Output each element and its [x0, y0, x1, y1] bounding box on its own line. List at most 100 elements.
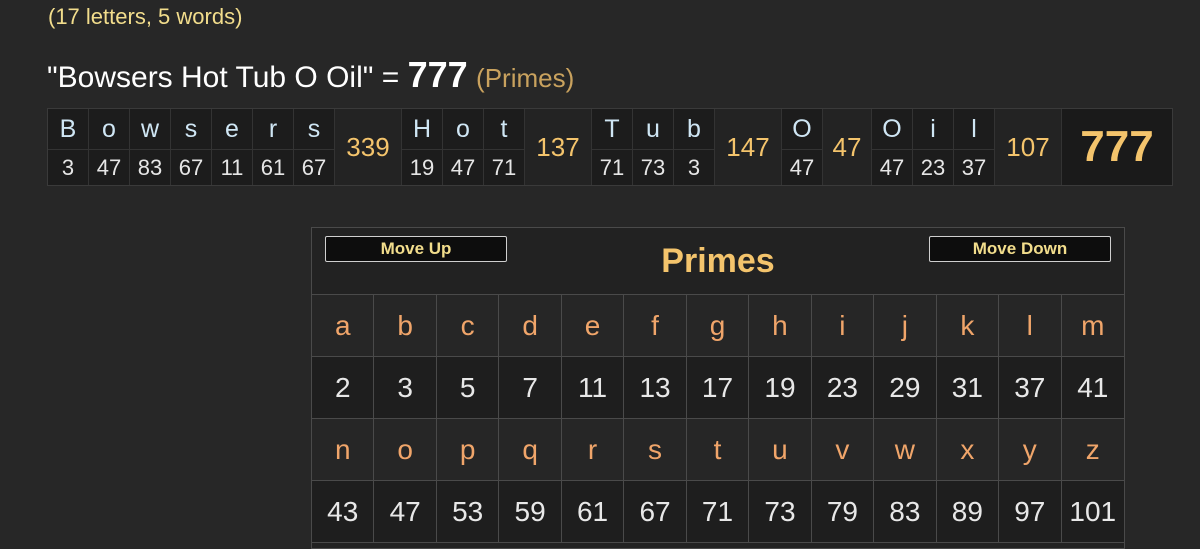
cipher-letter-cell: j — [874, 295, 937, 357]
breakdown-letter-column: B3 — [48, 109, 89, 185]
breakdown-letter-value: 47 — [96, 154, 122, 180]
breakdown-letter-column: o 47 — [89, 109, 130, 185]
breakdown-letter-column: l 37 — [954, 109, 995, 185]
cipher-letter-cell: u — [749, 419, 812, 481]
cipher-letter-cell: z — [1061, 419, 1124, 481]
breakdown-letter-value: 71 — [599, 154, 625, 180]
word-sum: 107 — [995, 109, 1062, 185]
cipher-value-cell: 31 — [936, 357, 1000, 419]
cipher-value-cell: 101 — [1061, 481, 1124, 543]
cipher-value-cell: 5 — [436, 357, 500, 419]
phrase-text: "Bowsers Hot Tub O Oil" — [47, 61, 374, 94]
breakdown-letter: r — [253, 109, 293, 150]
cipher-value-cell: 47 — [374, 481, 437, 543]
breakdown-letter-value: 3 — [687, 154, 701, 180]
breakdown-letter-column: b3 — [674, 109, 715, 185]
breakdown-letter-column: u 73 — [633, 109, 674, 185]
cipher-panel-header: Move Up Primes Move Down — [312, 228, 1124, 295]
phrase-total: 777 — [407, 54, 468, 95]
cipher-letter-cell: s — [624, 419, 687, 481]
breakdown-letter: B — [48, 109, 88, 150]
breakdown-letter-column: H 19 — [402, 109, 443, 185]
breakdown-letter: o — [443, 109, 483, 150]
breakdown-letter-value: 73 — [640, 154, 666, 180]
breakdown-letter-column: s 67 — [171, 109, 212, 185]
phrase-result: "Bowsers Hot Tub O Oil" = 777 (Primes) — [47, 54, 574, 96]
cipher-letter-cell: r — [561, 419, 625, 481]
breakdown-letter-column: o 47 — [443, 109, 484, 185]
cipher-value-cell: 23 — [811, 357, 875, 419]
cipher-value-cell: 13 — [624, 357, 687, 419]
breakdown-letter-value: 71 — [491, 154, 517, 180]
breakdown-letter-value: 37 — [961, 154, 987, 180]
cipher-panel: Move Up Primes Move Down abcdefghijklm23… — [311, 227, 1125, 549]
breakdown-letter-value: 67 — [301, 154, 327, 180]
breakdown-letter-column: i 23 — [913, 109, 954, 185]
cipher-value-cell: 43 — [312, 481, 375, 543]
cipher-value-cell: 41 — [1061, 357, 1124, 419]
cipher-letter-cell: o — [374, 419, 437, 481]
breakdown-letter: t — [484, 109, 524, 150]
cipher-letter-cell: q — [499, 419, 562, 481]
breakdown-letter-value: 11 — [220, 154, 244, 180]
cipher-letter-cell: m — [1061, 295, 1124, 357]
breakdown-letter-value: 47 — [789, 154, 815, 180]
cipher-value-cell: 11 — [561, 357, 625, 419]
cipher-value-cell: 3 — [374, 357, 437, 419]
breakdown-letter-column: s 67 — [294, 109, 335, 185]
breakdown-letter: O — [872, 109, 912, 150]
cipher-value-cell: 37 — [999, 357, 1062, 419]
word-sum: 147 — [715, 109, 782, 185]
cipher-letter-cell: d — [499, 295, 562, 357]
letter-word-count: (17 letters, 5 words) — [48, 4, 243, 29]
breakdown-letter: T — [592, 109, 632, 150]
cipher-letter-cell: w — [874, 419, 937, 481]
breakdown-letter: e — [212, 109, 252, 150]
equals-sign: = — [381, 61, 400, 94]
cipher-value-cell: 97 — [999, 481, 1062, 543]
cipher-value-cell: 7 — [499, 357, 562, 419]
breakdown-letter-column: t 71 — [484, 109, 525, 185]
cipher-value-cell: 29 — [874, 357, 937, 419]
cipher-letter-cell: t — [686, 419, 750, 481]
grand-total: 777 — [1062, 109, 1172, 185]
breakdown-letter: b — [674, 109, 714, 150]
word-sum: 339 — [335, 109, 402, 185]
breakdown-letter-column: O 47 — [872, 109, 913, 185]
cipher-value-cell: 17 — [686, 357, 750, 419]
breakdown-letter-column: e 11 — [212, 109, 253, 185]
cipher-letter-cell: n — [312, 419, 375, 481]
cipher-value-cell: 2 — [312, 357, 375, 419]
breakdown-letter-value: 67 — [178, 154, 204, 180]
breakdown-letter-value: 19 — [409, 154, 435, 180]
cipher-value-cell: 53 — [436, 481, 500, 543]
cipher-value-cell: 73 — [749, 481, 812, 543]
breakdown-letter-value: 23 — [920, 154, 946, 180]
letter-breakdown-table: B 3 o 47 w 83 s 67 e 11 r 61 s 67 339 H 19 o 47 t 71 137 T 71 u 7… — [47, 108, 1173, 186]
cipher-value-cell: 59 — [499, 481, 562, 543]
word-sum: 47 — [823, 109, 872, 185]
cipher-value-cell: 19 — [749, 357, 812, 419]
cipher-label: (Primes) — [476, 63, 575, 93]
cipher-letter-cell: i — [811, 295, 875, 357]
breakdown-letter: u — [633, 109, 673, 150]
breakdown-letter: l — [954, 109, 994, 150]
cipher-letter-cell: f — [624, 295, 687, 357]
cipher-value-cell: 89 — [936, 481, 1000, 543]
word-sum: 137 — [525, 109, 592, 185]
breakdown-letter: w — [130, 109, 170, 150]
cipher-letter-cell: k — [936, 295, 1000, 357]
breakdown-letter: s — [171, 109, 211, 150]
move-down-button[interactable]: Move Down — [929, 236, 1111, 262]
cipher-letter-cell: v — [811, 419, 875, 481]
breakdown-letter: O — [782, 109, 822, 150]
cipher-value-cell: 79 — [811, 481, 875, 543]
breakdown-letter-value: 47 — [879, 154, 905, 180]
cipher-letter-cell: y — [999, 419, 1062, 481]
breakdown-letter-column: T 71 — [592, 109, 633, 185]
breakdown-letter: H — [402, 109, 442, 150]
breakdown-letter-value: 47 — [450, 154, 476, 180]
breakdown-letter: s — [294, 109, 334, 150]
cipher-letter-cell: b — [374, 295, 437, 357]
breakdown-letter-column: r 61 — [253, 109, 294, 185]
